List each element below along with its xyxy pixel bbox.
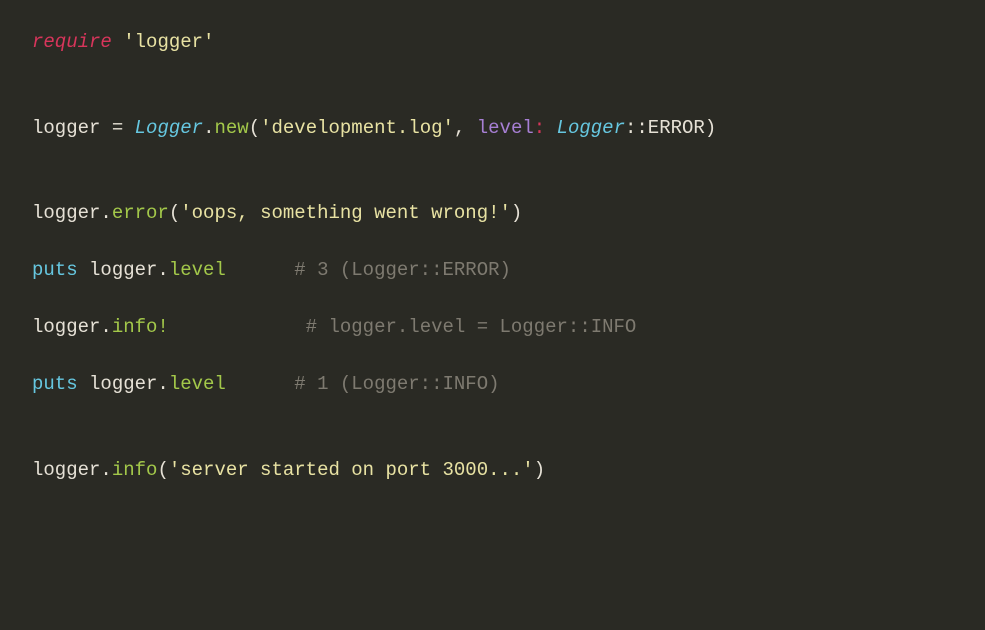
code-line bbox=[32, 285, 953, 314]
code-token bbox=[112, 31, 123, 53]
code-line: require 'logger' bbox=[32, 28, 953, 57]
code-line: puts logger.level # 1 (Logger::INFO) bbox=[32, 370, 953, 399]
code-token bbox=[226, 373, 294, 395]
code-token: error bbox=[112, 202, 169, 224]
code-line: logger.error('oops, something went wrong… bbox=[32, 199, 953, 228]
code-line bbox=[32, 142, 953, 171]
code-token: Logger bbox=[135, 117, 203, 139]
code-token: new bbox=[214, 117, 248, 139]
code-token: require bbox=[32, 31, 112, 53]
code-token: ::ERROR) bbox=[625, 117, 716, 139]
code-token: puts bbox=[32, 373, 78, 395]
code-line: logger = Logger.new('development.log', l… bbox=[32, 114, 953, 143]
code-line: puts logger.level # 3 (Logger::ERROR) bbox=[32, 256, 953, 285]
code-token: info bbox=[112, 459, 158, 481]
code-line bbox=[32, 427, 953, 456]
code-token: , bbox=[454, 117, 477, 139]
code-token: level bbox=[477, 117, 534, 139]
code-line bbox=[32, 85, 953, 114]
code-token: 'oops, something went wrong!' bbox=[180, 202, 511, 224]
code-token: 'development.log' bbox=[260, 117, 454, 139]
code-token: puts bbox=[32, 259, 78, 281]
code-token bbox=[226, 259, 294, 281]
code-line bbox=[32, 399, 953, 428]
code-block: require 'logger'logger = Logger.new('dev… bbox=[0, 0, 985, 512]
code-token: ( bbox=[157, 459, 168, 481]
code-token: logger. bbox=[32, 316, 112, 338]
code-token: 'server started on port 3000...' bbox=[169, 459, 534, 481]
code-token: logger. bbox=[32, 459, 112, 481]
code-token: level bbox=[169, 259, 226, 281]
code-token: logger. bbox=[78, 259, 169, 281]
code-token: logger. bbox=[32, 202, 112, 224]
code-token: info! bbox=[112, 316, 169, 338]
code-token: . bbox=[203, 117, 214, 139]
code-token: : bbox=[534, 117, 557, 139]
code-token bbox=[169, 316, 306, 338]
code-line: logger.info('server started on port 3000… bbox=[32, 456, 953, 485]
code-line bbox=[32, 171, 953, 200]
code-token: ( bbox=[249, 117, 260, 139]
code-token: level bbox=[169, 373, 226, 395]
code-token: ( bbox=[169, 202, 180, 224]
code-token: # 3 (Logger::ERROR) bbox=[294, 259, 511, 281]
code-line bbox=[32, 57, 953, 86]
code-token: # 1 (Logger::INFO) bbox=[294, 373, 499, 395]
code-line bbox=[32, 342, 953, 371]
code-token: logger bbox=[32, 117, 112, 139]
code-token: ) bbox=[511, 202, 522, 224]
code-token: # logger.level = Logger::INFO bbox=[306, 316, 637, 338]
code-token: Logger bbox=[557, 117, 625, 139]
code-line: logger.info! # logger.level = Logger::IN… bbox=[32, 313, 953, 342]
code-token: logger. bbox=[78, 373, 169, 395]
code-token: 'logger' bbox=[123, 31, 214, 53]
code-line bbox=[32, 228, 953, 257]
code-token: = bbox=[112, 117, 135, 139]
code-token: ) bbox=[534, 459, 545, 481]
